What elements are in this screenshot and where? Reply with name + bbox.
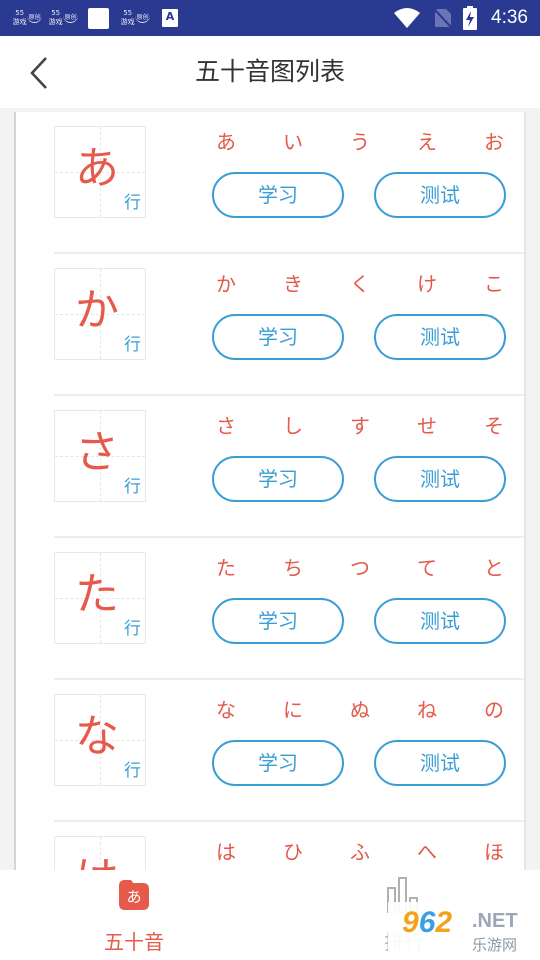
kana-char: さ <box>216 414 236 438</box>
kana-char: て <box>417 556 437 580</box>
kana-chars: は ひ ふ へ ほ <box>210 836 510 865</box>
gyo-label: 行 <box>124 193 141 213</box>
kana-tile: あ 行 <box>54 126 146 218</box>
kana-chars: た ち つ て と <box>210 552 510 581</box>
watermark-suffix: .NET <box>472 910 518 932</box>
study-button[interactable]: 学习 <box>212 172 344 218</box>
nav-label: 五十音 <box>104 930 164 954</box>
kana-char: は <box>216 840 236 864</box>
kana-big: か <box>75 285 119 336</box>
study-button[interactable]: 学习 <box>212 314 344 360</box>
kana-char: あ <box>216 130 236 154</box>
kana-char: ふ <box>350 840 370 864</box>
kana-char: き <box>283 272 303 296</box>
test-button[interactable]: 测试 <box>374 740 506 786</box>
kana-char: な <box>216 698 236 722</box>
blank-notification-icon <box>88 6 109 30</box>
kana-row-list[interactable]: あ 行 あ い う え お 学习 测试 か 行 か き く け こ 学习 测试 <box>14 112 526 872</box>
svg-text:あ: あ <box>126 888 141 906</box>
kana-big: な <box>75 711 119 762</box>
kana-char: と <box>484 556 504 580</box>
test-button[interactable]: 测试 <box>374 172 506 218</box>
kana-tile: は 行 <box>54 836 146 872</box>
kana-big: は <box>75 849 119 872</box>
kana-char: え <box>417 130 437 154</box>
kana-char: そ <box>484 414 504 438</box>
kana-char: せ <box>417 414 437 438</box>
kana-big: さ <box>75 427 119 478</box>
kana-a-icon: あ <box>119 880 149 910</box>
kana-char: こ <box>484 272 504 296</box>
kana-tile: な 行 <box>54 694 146 786</box>
gyo-label: 行 <box>124 477 141 497</box>
kana-row-a: あ 行 あ い う え お 学习 测试 <box>16 112 524 254</box>
kana-big: た <box>75 569 119 620</box>
study-button[interactable]: 学习 <box>212 456 344 502</box>
study-button[interactable]: 学习 <box>212 740 344 786</box>
notification-label: 55游戏 <box>48 9 63 26</box>
kana-char: か <box>216 272 236 296</box>
app-header: 五十音图列表 <box>0 36 540 108</box>
kana-char: う <box>350 130 370 154</box>
kana-char: ね <box>417 698 437 722</box>
kana-char: に <box>283 698 303 722</box>
nav-item-gojuon[interactable]: あ 五十音 <box>74 870 194 960</box>
kana-row-ha: は 行 は ひ ふ へ ほ 学习 测试 <box>16 822 524 872</box>
no-sim-icon <box>433 8 453 29</box>
kana-char: い <box>283 130 303 154</box>
gyo-label: 行 <box>124 619 141 639</box>
clock: 4:36 <box>491 7 528 28</box>
kana-char: つ <box>350 556 370 580</box>
kana-char: お <box>484 130 504 154</box>
kana-char: た <box>216 556 236 580</box>
kana-chars: あ い う え お <box>210 126 510 155</box>
notification-sublabel: 原创 <box>27 14 42 23</box>
test-button[interactable]: 测试 <box>374 456 506 502</box>
kana-char: ほ <box>484 840 504 864</box>
watermark-sub: 乐游网 <box>472 936 518 954</box>
kana-chars: か き く け こ <box>210 268 510 297</box>
kana-row-ta: た 行 た ち つ て と 学习 测试 <box>16 538 524 680</box>
kana-row-na: な 行 な に ぬ ね の 学习 测试 <box>16 680 524 822</box>
notification-label: 55游戏 <box>120 9 135 26</box>
notification-sublabel: 原创 <box>63 14 78 23</box>
notification-sublabel: 原创 <box>135 14 150 23</box>
status-bar: 55游戏 原创 55游戏 原创 55游戏 原创 A 4:36 <box>0 0 540 36</box>
notification-55-icon: 55游戏 原创 <box>120 6 150 30</box>
kana-char: し <box>283 414 303 438</box>
kana-tile: さ 行 <box>54 410 146 502</box>
kana-char: く <box>350 272 370 296</box>
test-button[interactable]: 测试 <box>374 314 506 360</box>
kana-char: へ <box>417 840 437 864</box>
kana-char: の <box>484 698 504 722</box>
kana-char: す <box>350 414 370 438</box>
wifi-icon <box>394 8 421 28</box>
watermark-brand: 962 <box>402 906 453 939</box>
gyo-label: 行 <box>124 761 141 781</box>
kana-chars: さ し す せ そ <box>210 410 510 439</box>
notification-55-icon: 55游戏 原创 <box>12 6 42 30</box>
kana-big: あ <box>75 143 119 194</box>
kana-row-ka: か 行 か き く け こ 学习 测试 <box>16 254 524 396</box>
watermark-logo: 962 .NET 乐游网 <box>388 902 538 958</box>
page-title: 五十音图列表 <box>194 57 345 86</box>
kana-char: ひ <box>283 840 303 864</box>
gyo-label: 行 <box>124 335 141 355</box>
notification-55-icon: 55游戏 原创 <box>48 6 78 30</box>
kana-tile: た 行 <box>54 552 146 644</box>
kana-char: ぬ <box>350 698 370 722</box>
kana-row-sa: さ 行 さ し す せ そ 学习 测试 <box>16 396 524 538</box>
kana-chars: な に ぬ ね の <box>210 694 510 723</box>
kana-char: け <box>417 272 437 296</box>
kana-tile: か 行 <box>54 268 146 360</box>
notification-label: 55游戏 <box>12 9 27 26</box>
battery-charging-icon <box>463 6 478 30</box>
study-button[interactable]: 学习 <box>212 598 344 644</box>
test-button[interactable]: 测试 <box>374 598 506 644</box>
a-app-notification-icon: A <box>162 6 178 30</box>
kana-char: ち <box>283 556 303 580</box>
